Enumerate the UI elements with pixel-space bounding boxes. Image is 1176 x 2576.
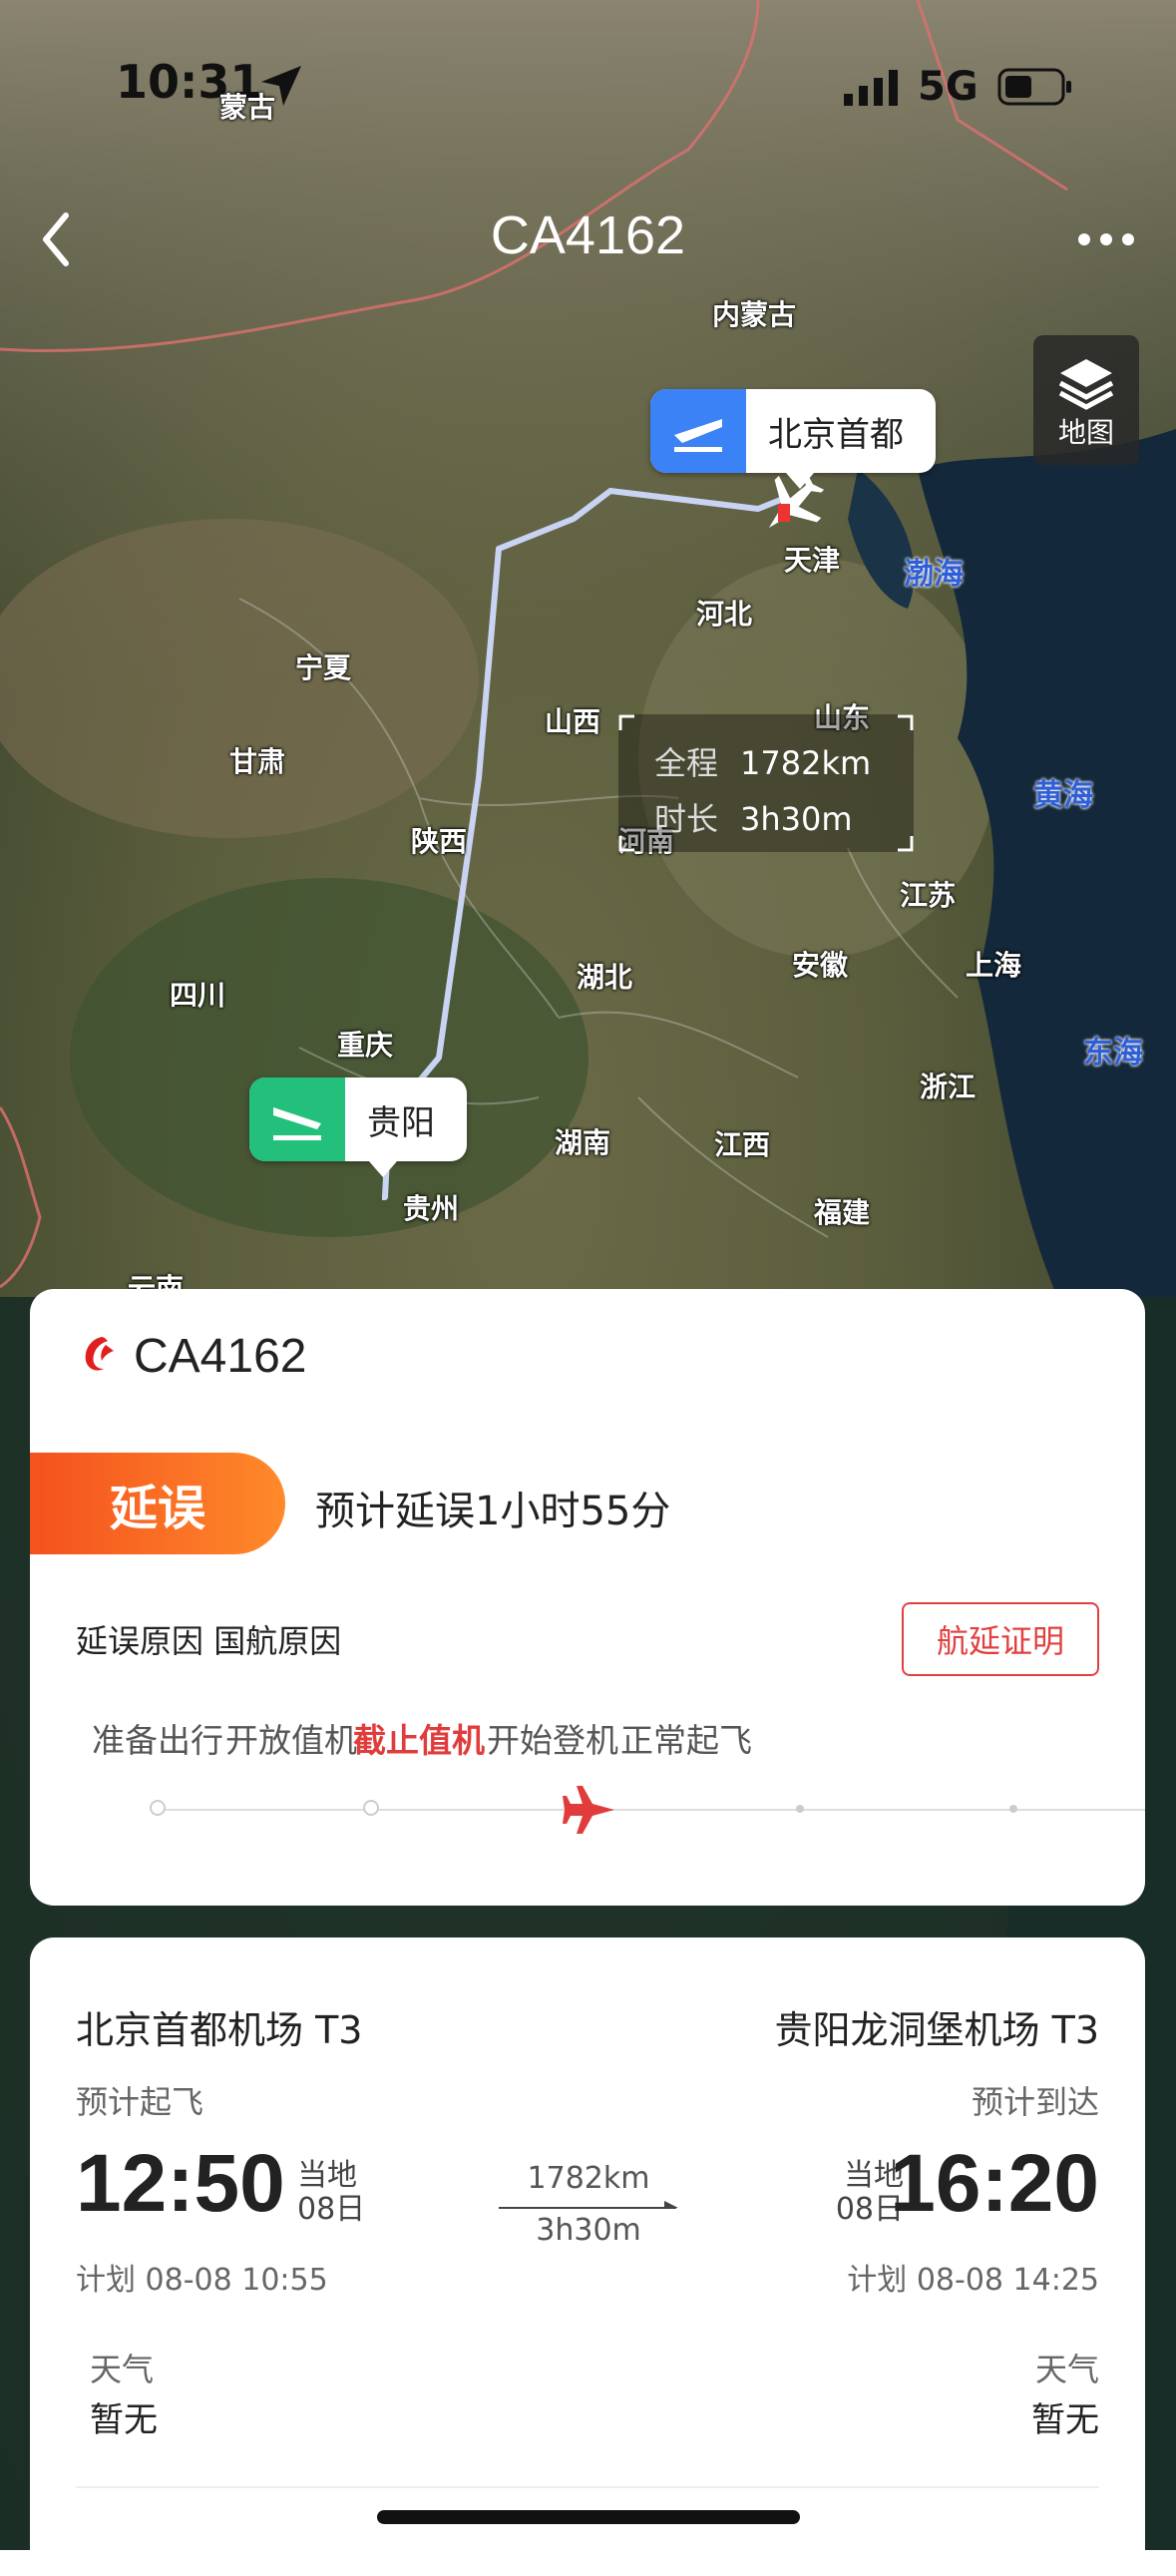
sea-label: 黄海 (1033, 778, 1093, 813)
local-label: 当地 (297, 2158, 357, 2193)
home-indicator[interactable] (377, 2510, 800, 2524)
page-title: CA4162 (490, 206, 686, 265)
region-label: 四川 (170, 979, 226, 1012)
arrival-local: 当地 08日 (804, 2159, 904, 2227)
delay-reason-label: 延误原因 (76, 1622, 204, 1660)
region-label: 浙江 (920, 1071, 977, 1103)
route-info-box: 全程 1782km 时长 3h30m (618, 714, 914, 852)
step-label: 正常起飞 (620, 1721, 752, 1760)
route-arrow (499, 2207, 676, 2209)
region-label: 甘肃 (229, 745, 286, 778)
step-dot (1009, 1805, 1017, 1813)
progress-track (158, 1809, 1145, 1811)
airline-logo-icon (85, 1337, 114, 1371)
landing-icon (249, 1077, 345, 1161)
layers-label: 地图 (1057, 416, 1114, 449)
region-label: 上海 (966, 949, 1022, 982)
signal-icon (844, 70, 898, 106)
delay-certificate-button[interactable]: 航延证明 (902, 1602, 1099, 1676)
region-label: 贵州 (403, 1192, 460, 1225)
arrival-weather: 暂无 (1031, 2400, 1099, 2440)
arrival-airport: 贵阳龙洞堡机场 T3 (774, 2008, 1099, 2052)
sea-label: 东海 (1083, 1036, 1143, 1071)
arrival-time-label: 预计到达 (971, 2083, 1099, 2121)
region-label: 安徽 (792, 949, 849, 982)
departure-weather: 暂无 (90, 2400, 158, 2440)
divider (76, 2486, 1099, 2488)
destination-pin[interactable]: 贵阳 (249, 1077, 467, 1177)
map-layers-button[interactable]: 地图 (1033, 335, 1139, 465)
network-label: 5G (918, 64, 979, 110)
destination-pin-label: 贵阳 (367, 1102, 435, 1143)
region-label: 江西 (714, 1128, 771, 1161)
delay-reason: 延误原因 国航原因 (76, 1616, 341, 1662)
duration-label: 时长 (654, 800, 719, 838)
takeoff-icon (650, 389, 746, 473)
region-label: 陕西 (411, 825, 468, 858)
battery-icon (997, 68, 1071, 106)
region-label: 天津 (784, 544, 841, 577)
origin-pin[interactable]: 北京首都 (650, 389, 936, 489)
layers-icon (1058, 359, 1114, 410)
distance-value: 1782km (740, 744, 872, 782)
local-label: 当地 (844, 2158, 904, 2193)
flight-status-card: CA4162 延误 预计延误1小时55分 延误原因 国航原因 航延证明 准备出行… (30, 1289, 1145, 1906)
departure-time: 12:50 (76, 2138, 285, 2229)
region-label: 宁夏 (295, 651, 352, 684)
region-label: 重庆 (337, 1029, 394, 1062)
local-date: 08日 (835, 2192, 904, 2227)
departure-plan: 计划 08-08 10:55 (76, 2263, 328, 2298)
more-icon[interactable] (1076, 229, 1136, 249)
departure-airport: 北京首都机场 T3 (76, 2008, 363, 2052)
region-label: 蒙古 (219, 91, 276, 124)
region-label: 山西 (545, 705, 601, 738)
region-label: 湖北 (577, 961, 633, 994)
region-label: 湖南 (555, 1126, 611, 1159)
region-label: 河北 (696, 598, 753, 631)
flight-number: CA4162 (134, 1330, 307, 1383)
progress-steps: 准备出行 开放值机 截止值机 开始登机 正常起飞 (30, 1714, 1145, 1774)
status-badge: 延误 (30, 1453, 285, 1554)
distance-label: 全程 (654, 744, 719, 782)
arrival-time: 16:20 (890, 2138, 1099, 2229)
route-distance: 1782km (527, 2161, 650, 2196)
region-label: 福建 (814, 1196, 871, 1229)
step-dot (150, 1800, 166, 1816)
local-date: 08日 (297, 2192, 366, 2227)
duration-value: 3h30m (740, 800, 853, 838)
current-step-plane-icon (563, 1786, 614, 1834)
departure-weather-label: 天气 (90, 2351, 155, 2388)
region-label: 内蒙古 (712, 298, 797, 331)
region-label: 江苏 (900, 879, 957, 912)
origin-pin-label: 北京首都 (768, 414, 904, 455)
sea-label: 渤海 (904, 557, 964, 592)
flight-detail-card: 北京首都机场 T3 贵阳龙洞堡机场 T3 预计起飞 预计到达 12:50 当地 … (30, 1937, 1145, 2576)
step-dot (796, 1805, 804, 1813)
step-dot (363, 1800, 379, 1816)
arrival-weather-label: 天气 (1034, 2351, 1099, 2388)
arrival-plan: 计划 08-08 14:25 (847, 2263, 1099, 2298)
delay-reason-value: 国航原因 (213, 1622, 342, 1660)
route-duration: 3h30m (536, 2213, 641, 2248)
departure-local: 当地 08日 (297, 2159, 365, 2227)
status-detail: 预计延误1小时55分 (315, 1489, 671, 1534)
departure-time-label: 预计起飞 (76, 2083, 204, 2121)
